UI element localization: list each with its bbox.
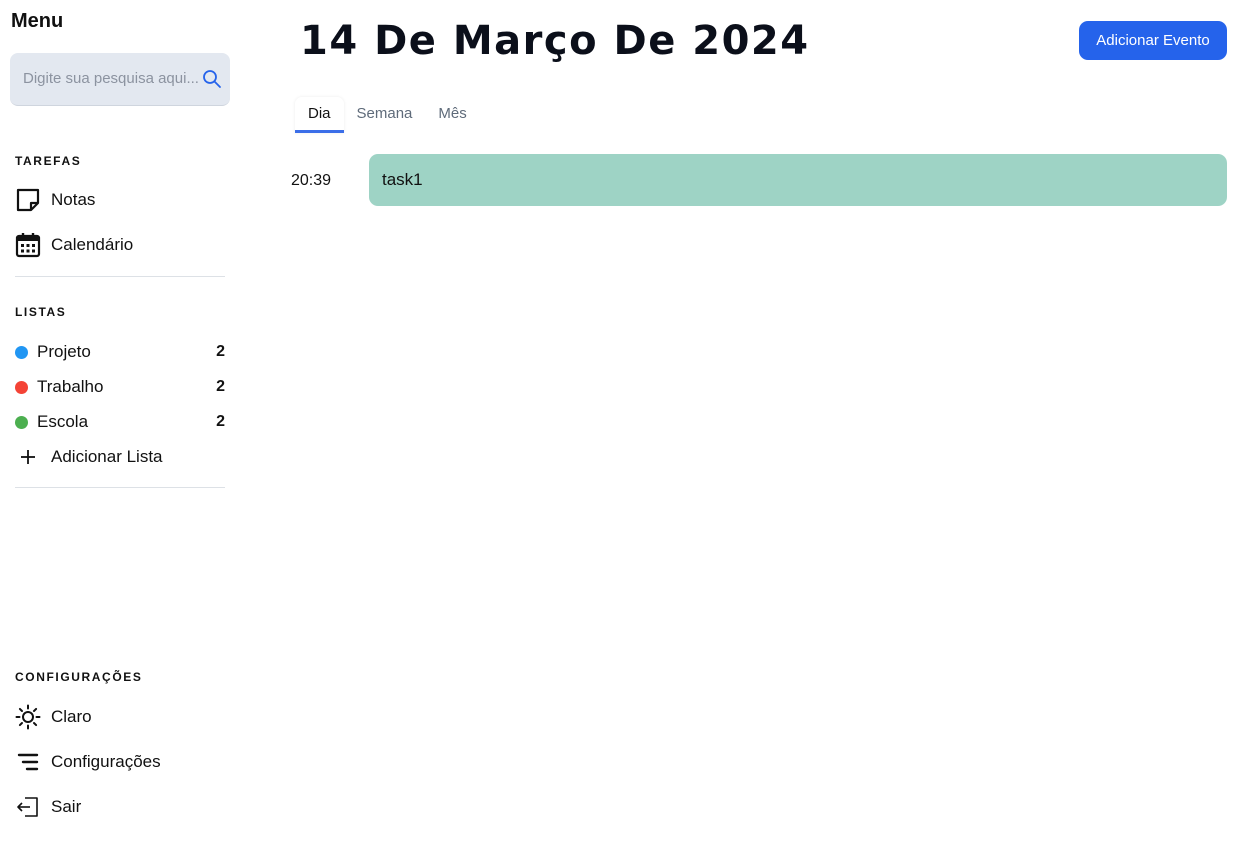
- calendar-icon: [15, 232, 41, 258]
- add-list-button[interactable]: Adicionar Lista: [15, 441, 225, 473]
- sidebar-item-configuracoes[interactable]: Configurações: [15, 746, 225, 778]
- list-color-dot: [15, 380, 28, 394]
- list-item-label: Trabalho: [37, 377, 104, 396]
- list-item-label: Escola: [37, 412, 89, 431]
- sidebar-item-label: Notas: [51, 190, 96, 209]
- theme-toggle-claro[interactable]: Claro: [15, 701, 225, 733]
- list-item-escola[interactable]: Escola 2: [15, 408, 225, 436]
- divider: [15, 487, 225, 488]
- sidebar-item-notas[interactable]: Notas: [15, 184, 225, 216]
- list-item-trabalho[interactable]: Trabalho 2: [15, 373, 225, 401]
- plus-icon: [15, 444, 41, 470]
- sidebar-item-calendario[interactable]: Calendário: [15, 229, 225, 261]
- tab-mes[interactable]: Mês: [425, 97, 479, 130]
- lists-section-title: LISTAS: [15, 305, 67, 319]
- tab-semana[interactable]: Semana: [344, 97, 426, 130]
- search-icon[interactable]: [202, 69, 222, 89]
- settings-lines-icon: [15, 749, 41, 775]
- list-item-count: 2: [216, 378, 225, 395]
- sidebar-item-label: Claro: [51, 707, 92, 726]
- tab-dia[interactable]: Dia: [295, 97, 344, 133]
- settings-section-title: CONFIGURAÇÕES: [15, 670, 143, 684]
- view-tabs: Dia Semana Mês: [295, 97, 480, 133]
- list-item-count: 2: [216, 413, 225, 430]
- sidebar-item-label: Configurações: [51, 752, 161, 771]
- list-color-dot: [15, 345, 28, 359]
- list-item-projeto[interactable]: Projeto 2: [15, 338, 225, 366]
- logout-icon: [15, 794, 41, 820]
- event-title: task1: [382, 170, 423, 189]
- logout-button[interactable]: Sair: [15, 791, 225, 823]
- menu-title: Menu: [11, 10, 64, 32]
- sidebar-item-label: Sair: [51, 797, 82, 816]
- tasks-section-title: TAREFAS: [15, 154, 82, 168]
- list-item-count: 2: [216, 343, 225, 360]
- event-time: 20:39: [291, 172, 332, 189]
- add-list-label: Adicionar Lista: [51, 447, 163, 466]
- add-event-button[interactable]: Adicionar Evento: [1079, 21, 1227, 60]
- list-color-dot: [15, 415, 28, 429]
- page-title: 14 De Março De 2024: [300, 18, 810, 64]
- sidebar: Menu TAREFAS Notas: [0, 0, 240, 846]
- search-box: [10, 53, 230, 106]
- event-item[interactable]: task1: [369, 154, 1227, 206]
- sidebar-item-label: Calendário: [51, 235, 134, 254]
- list-item-label: Projeto: [37, 342, 91, 361]
- note-icon: [15, 187, 41, 213]
- search-input[interactable]: [23, 70, 198, 87]
- divider: [15, 276, 225, 277]
- sun-icon: [15, 704, 41, 730]
